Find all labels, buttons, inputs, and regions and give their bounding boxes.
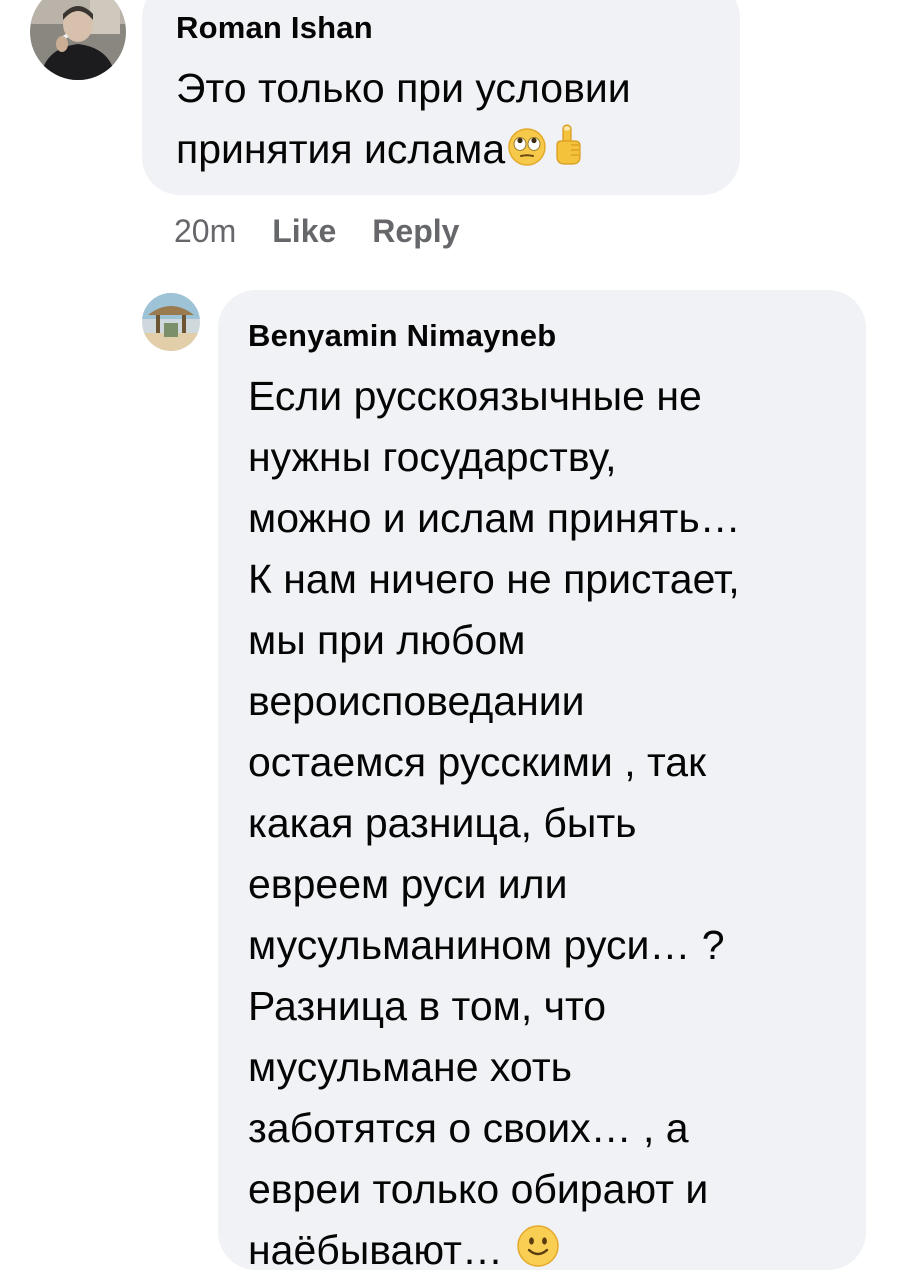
comment-bubble: Benyamin Nimayneb Если русскоязычные не … [218, 290, 866, 1273]
slightly-smiling-face-emoji [516, 1224, 560, 1285]
reply-button[interactable]: Reply [372, 211, 459, 251]
comment-text: Это только при условии принятия ислама [176, 58, 706, 184]
comment-author[interactable]: Roman Ishan [176, 8, 706, 48]
comment-bubble: Roman Ishan Это только при условии приня… [142, 0, 740, 195]
face-with-rolling-eyes-emoji [507, 123, 547, 184]
index-pointing-up-emoji [549, 123, 585, 184]
avatar-roman-ishan[interactable] [30, 0, 126, 80]
avatar-benyamin-nimayneb[interactable] [142, 293, 200, 351]
comment-timestamp[interactable]: 20m [174, 211, 236, 251]
like-button[interactable]: Like [272, 211, 336, 251]
comment-author[interactable]: Benyamin Nimayneb [248, 316, 836, 356]
comment-text: Если русскоязычные не нужны государству,… [248, 366, 836, 1285]
comment-actions: 20m Like Reply [174, 211, 459, 251]
